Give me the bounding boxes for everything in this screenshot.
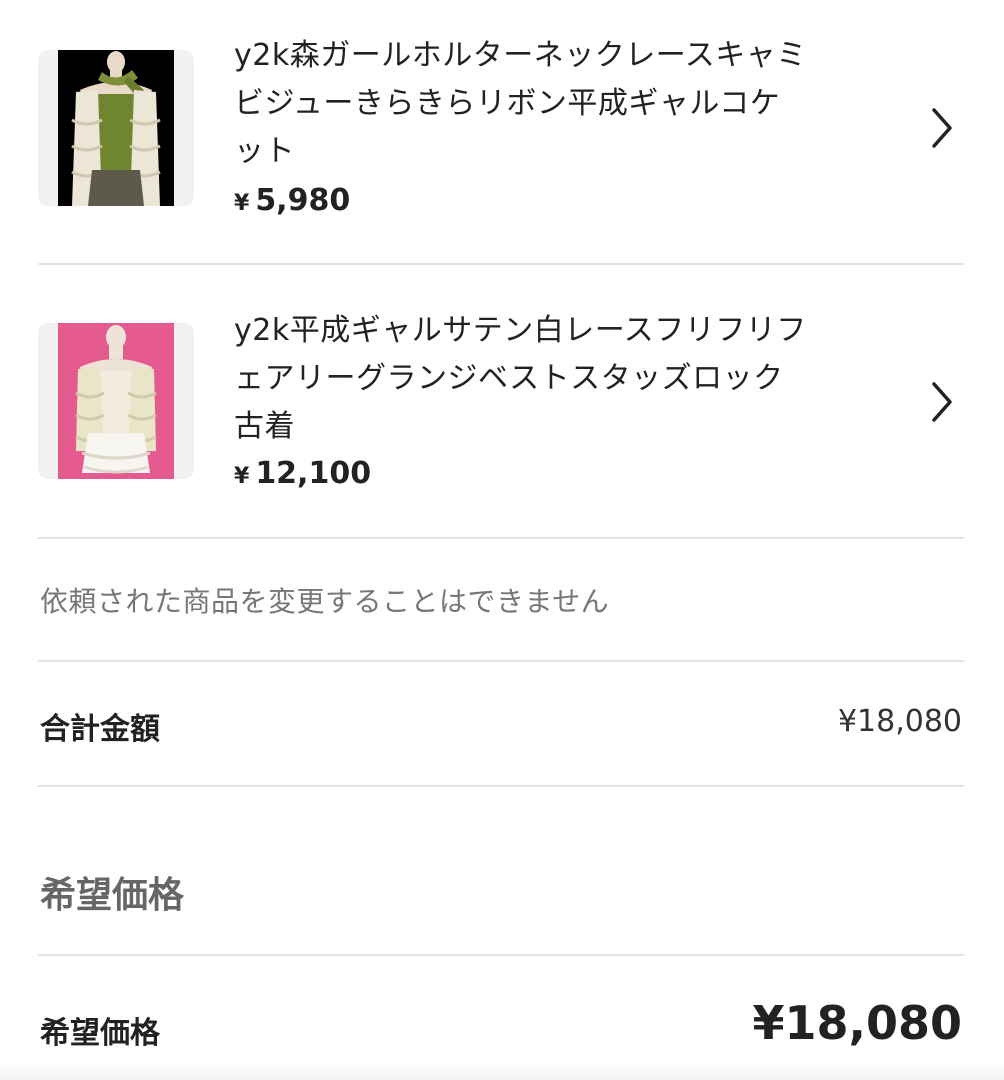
offer-request-page: y2k森ガールホルターネックレースキャミ ビジューきらきらリボン平成ギャルコケ … [0,0,1004,1080]
bottom-edge-shadow [0,1060,1004,1080]
product-price: ¥12,100 [234,456,371,491]
divider [38,954,964,956]
product-title[interactable]: y2k平成ギャルサテン白レースフリフリフ ェアリーグランジベストスタッズロック … [234,307,884,451]
chevron-right-icon[interactable] [928,380,956,424]
product-title-line: 古着 [234,409,295,444]
total-amount-label: 合計金額 [40,712,160,747]
product-price: ¥5,980 [234,183,350,218]
currency-symbol: ¥ [234,464,250,489]
product-title-line: ェアリーグランジベストスタッズロック [234,361,784,396]
desired-price-section-heading: 希望価格 [40,875,185,916]
lace-camisole-green-photo [58,50,174,206]
lace-vest-white-photo [58,323,174,479]
currency-symbol: ¥ [234,191,250,216]
divider [38,785,964,787]
desired-price-label: 希望価格 [40,1016,160,1051]
product-thumbnail [38,323,194,479]
product-thumbnail [38,50,194,206]
desired-price-value[interactable]: ¥18,080 [752,996,962,1050]
chevron-right-icon[interactable] [928,106,956,150]
product-title-line: y2k森ガールホルターネックレースキャミ [234,38,807,73]
product-title-line: ット [234,134,295,169]
divider [38,660,964,662]
change-not-allowed-notice: 依頼された商品を変更することはできません [40,585,610,618]
price-value: 12,100 [255,456,372,491]
product-title-line: y2k平成ギャルサテン白レースフリフリフ [234,313,807,348]
product-title[interactable]: y2k森ガールホルターネックレースキャミ ビジューきらきらリボン平成ギャルコケ … [234,32,884,176]
price-value: 5,980 [255,183,351,218]
product-list-item[interactable]: y2k森ガールホルターネックレースキャミ ビジューきらきらリボン平成ギャルコケ … [0,0,1004,264]
total-amount-value: ¥18,080 [837,704,962,739]
product-title-line: ビジューきらきらリボン平成ギャルコケ [234,86,781,121]
product-list-item[interactable]: y2k平成ギャルサテン白レースフリフリフ ェアリーグランジベストスタッズロック … [0,265,1004,537]
divider [38,537,964,539]
